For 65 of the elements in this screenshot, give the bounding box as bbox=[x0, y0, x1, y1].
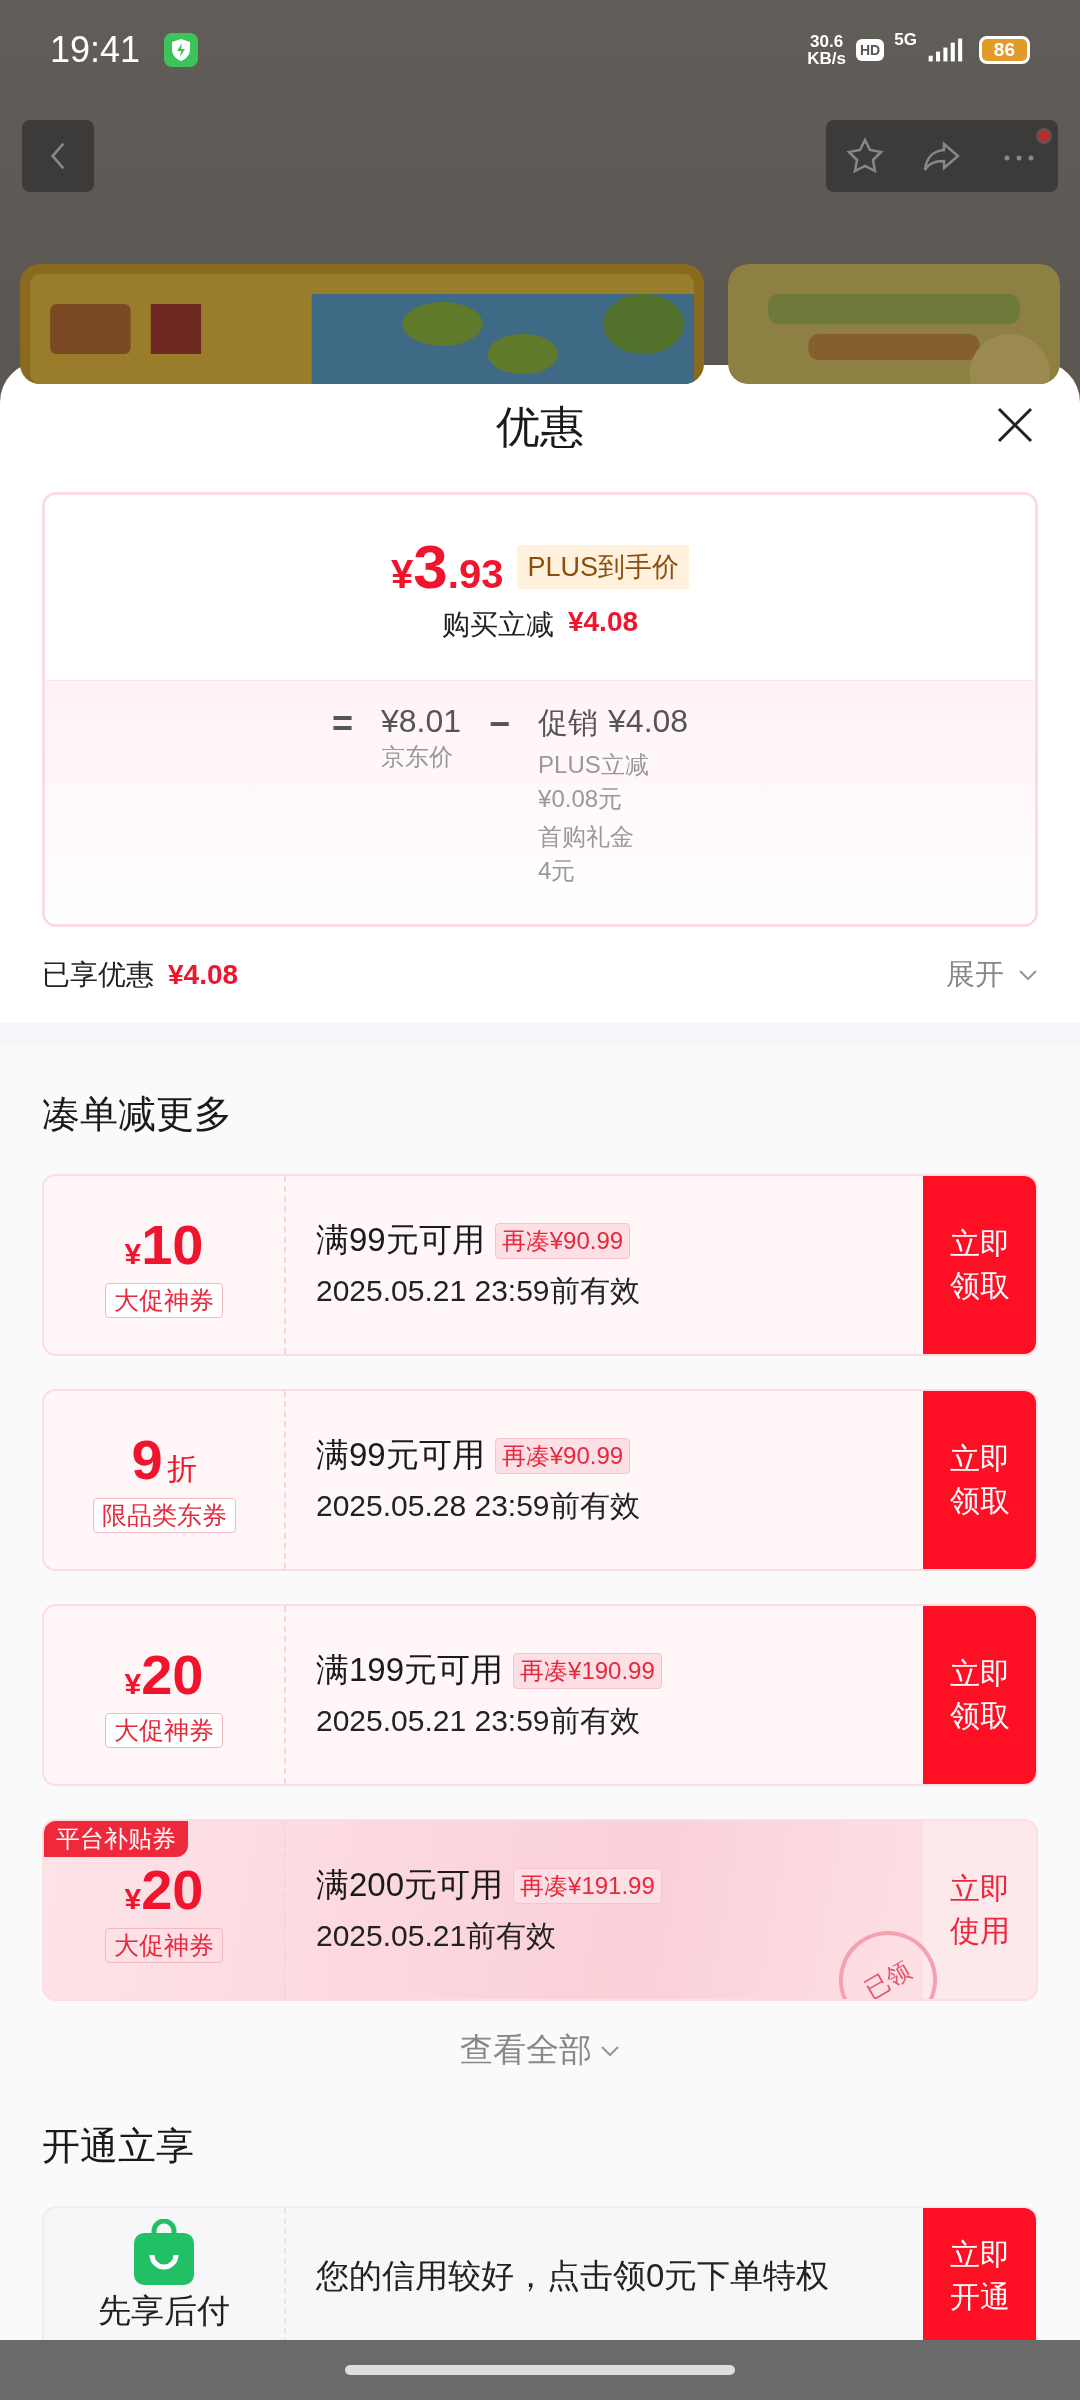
coupon-validity: 2025.05.21 23:59前有效 bbox=[316, 1703, 641, 1739]
coupon-gap-tag: 再凑¥191.99 bbox=[513, 1867, 662, 1904]
speed-unit: KB/s bbox=[807, 50, 846, 67]
minus-sign: − bbox=[489, 703, 511, 746]
coupon-action-button[interactable]: 立即领取 bbox=[923, 1176, 1036, 1354]
signal-icon bbox=[926, 37, 963, 63]
network-type: 5G bbox=[894, 30, 917, 50]
coupon-tag: 大促神券 bbox=[105, 1928, 223, 1963]
coupon-validity: 2025.05.21 23:59前有效 bbox=[316, 1273, 641, 1309]
promo-item-name: 首购礼金 bbox=[538, 822, 636, 852]
offer-action-button[interactable]: 立即开通 bbox=[923, 2208, 1036, 2340]
promo-item-value: ¥0.08元 bbox=[538, 784, 624, 814]
coupon-gap-tag: 再凑¥190.99 bbox=[513, 1652, 662, 1689]
promo-label: 促销 bbox=[538, 705, 599, 741]
notification-dot bbox=[1036, 128, 1052, 144]
enjoyed-amount: ¥4.08 bbox=[168, 959, 239, 991]
coupon-tag: 限品类东券 bbox=[92, 1498, 236, 1533]
chevron-down-icon bbox=[600, 2044, 620, 2057]
promo-item-value: 4元 bbox=[538, 856, 577, 886]
hd-badge: HD bbox=[855, 39, 885, 61]
base-price-label: 京东价 bbox=[380, 742, 454, 772]
coupon-validity: 2025.05.21前有效 bbox=[316, 1918, 558, 1954]
bag-icon bbox=[134, 2218, 194, 2285]
star-icon[interactable] bbox=[844, 136, 885, 176]
instant-amount: ¥4.08 bbox=[567, 606, 639, 639]
coupon-condition: 满99元可用 bbox=[316, 1220, 485, 1260]
equals-sign: = bbox=[331, 703, 353, 746]
section-title: 凑单减更多 bbox=[42, 1092, 233, 1137]
offer-text: 您的信用较好，点击领0元下单特权 bbox=[315, 2255, 831, 2296]
back-button[interactable] bbox=[22, 120, 94, 192]
price-tag: PLUS到手价 bbox=[517, 544, 689, 589]
coupon-gap-tag: 再凑¥90.99 bbox=[494, 1222, 631, 1259]
enjoyed-label: 已享优惠 bbox=[42, 958, 154, 992]
coupon-gap-tag: 再凑¥90.99 bbox=[494, 1437, 631, 1474]
section-title: 开通立享 bbox=[42, 2124, 195, 2169]
coupon-action-button[interactable]: 立即使用 bbox=[923, 1821, 1036, 1999]
base-price: ¥8.01 bbox=[380, 703, 461, 740]
battery-level: 86 bbox=[978, 36, 1030, 64]
chevron-down-icon bbox=[1018, 969, 1038, 981]
offer-name: 先享后付 bbox=[98, 2290, 230, 2331]
sheet-title: 优惠 bbox=[496, 400, 584, 453]
coupon-action-button[interactable]: 立即领取 bbox=[923, 1606, 1036, 1784]
status-time: 19:41 bbox=[50, 29, 141, 71]
shield-icon bbox=[164, 33, 199, 67]
coupon-value: ¥20 bbox=[124, 1642, 204, 1707]
coupon-condition: 满199元可用 bbox=[316, 1650, 504, 1690]
coupon-value: 9折 bbox=[131, 1427, 197, 1492]
coupon-action-button[interactable]: 立即领取 bbox=[923, 1391, 1036, 1569]
network-speed: 30.6 bbox=[810, 33, 844, 50]
expand-link[interactable]: 展开 bbox=[946, 955, 1004, 995]
coupon-badge: 平台补贴券 bbox=[44, 1821, 188, 1857]
back-icon bbox=[49, 141, 67, 171]
view-all-link[interactable]: 查看全部 bbox=[460, 2028, 592, 2073]
coupon-tag: 大促神券 bbox=[105, 1283, 223, 1318]
coupon-validity: 2025.05.28 23:59前有效 bbox=[316, 1488, 641, 1524]
coupon-condition: 满99元可用 bbox=[316, 1435, 485, 1475]
coupon-value: ¥20 bbox=[124, 1857, 204, 1922]
coupon-tag: 大促神券 bbox=[105, 1713, 223, 1748]
coupon-value: ¥10 bbox=[124, 1212, 204, 1277]
final-price: ¥3.93 bbox=[391, 531, 504, 602]
coupon-condition: 满200元可用 bbox=[316, 1865, 504, 1905]
close-icon[interactable] bbox=[995, 405, 1035, 445]
instant-label: 购买立减 bbox=[441, 608, 554, 642]
promo-item-name: PLUS立减 bbox=[538, 750, 650, 780]
promo-amount: ¥4.08 bbox=[608, 703, 689, 741]
